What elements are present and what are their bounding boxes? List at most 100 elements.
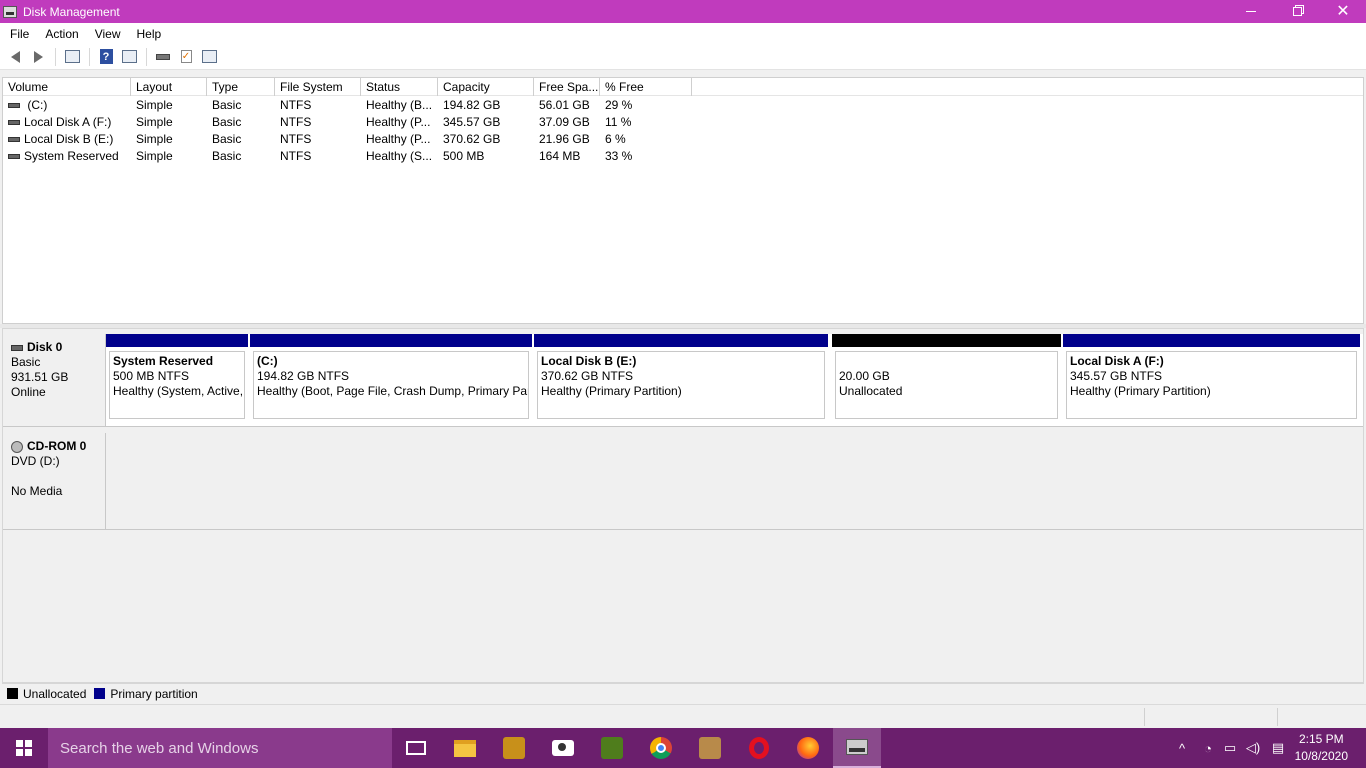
cell-type: Basic	[212, 114, 242, 129]
action-center-button[interactable]: ▤	[1268, 728, 1288, 768]
partition-size: 20.00 GB	[839, 369, 890, 383]
speaker-icon: ◁)	[1245, 740, 1261, 755]
cell-type: Basic	[212, 131, 242, 146]
volume-name: Local Disk B (E:)	[24, 131, 114, 146]
status-separator	[1144, 708, 1145, 726]
back-button[interactable]	[4, 47, 26, 67]
show-hide-pane-icon	[121, 50, 137, 63]
column-file-system[interactable]: File System	[275, 78, 361, 96]
cd-rom-area[interactable]	[106, 433, 1363, 530]
partition-f[interactable]: Local Disk A (F:) 345.57 GB NTFS Healthy…	[1063, 334, 1360, 422]
taskbar-app-button[interactable]	[490, 728, 538, 768]
partition-size: 370.62 GB NTFS	[541, 369, 634, 383]
volume-icon	[8, 136, 20, 142]
clock-time: 2:15 PM	[1298, 732, 1344, 746]
column-volume[interactable]: Volume	[3, 78, 131, 96]
table-row[interactable]: Local Disk B (E:) Simple Basic NTFS Heal…	[3, 130, 1363, 147]
camera-icon	[552, 740, 574, 756]
toolbar-separator	[55, 47, 56, 66]
menu-view[interactable]: View	[87, 27, 129, 41]
opera-button[interactable]	[735, 728, 783, 768]
cell-status: Healthy (S...	[366, 148, 433, 163]
task-view-icon	[406, 741, 426, 755]
menu-file[interactable]: File	[0, 27, 37, 41]
toolbar-separator	[89, 47, 90, 66]
graphical-view: Disk 0 Basic 931.51 GB Online System Res…	[2, 328, 1364, 683]
disk-management-icon	[846, 739, 868, 755]
volume-icon	[8, 119, 20, 125]
list-header: Volume Layout Type File System Status Ca…	[3, 78, 1363, 96]
wifi-button[interactable]: ◔	[1198, 728, 1218, 768]
partition-body: Local Disk A (F:) 345.57 GB NTFS Healthy…	[1066, 351, 1357, 419]
cd-rom-icon	[11, 440, 23, 453]
show-hide-pane-button[interactable]	[118, 47, 140, 67]
chrome-button[interactable]	[637, 728, 685, 768]
partition-e[interactable]: Local Disk B (E:) 370.62 GB NTFS Healthy…	[534, 334, 828, 422]
toolbar: ? ✓	[0, 44, 1366, 70]
app-icon	[601, 737, 623, 759]
column-layout[interactable]: Layout	[131, 78, 207, 96]
minimize-button[interactable]	[1228, 0, 1274, 23]
notification-icon: ▤	[1271, 740, 1285, 755]
game-icon	[699, 737, 721, 759]
table-row[interactable]: System Reserved Simple Basic NTFS Health…	[3, 147, 1363, 164]
camera-button[interactable]	[539, 728, 587, 768]
menu-help[interactable]: Help	[129, 27, 170, 41]
partition-status: Unallocated	[839, 384, 903, 398]
volume-button[interactable]: ◁)	[1243, 728, 1263, 768]
firefox-button[interactable]	[784, 728, 832, 768]
column-status[interactable]: Status	[361, 78, 438, 96]
column-percent-free[interactable]: % Free	[600, 78, 692, 96]
opera-icon	[749, 737, 769, 759]
partition-size: 194.82 GB NTFS	[257, 369, 350, 383]
file-explorer-button[interactable]	[441, 728, 489, 768]
disk-row-disk-0: Disk 0 Basic 931.51 GB Online System Res…	[3, 334, 1363, 427]
disk-management-taskbar-button[interactable]	[833, 728, 881, 768]
close-button[interactable]: ✕	[1320, 0, 1366, 23]
column-type[interactable]: Type	[207, 78, 275, 96]
show-hidden-icons-button[interactable]: ^	[1172, 728, 1192, 768]
help-icon: ?	[99, 49, 113, 64]
partition-unallocated[interactable]: 20.00 GB Unallocated	[832, 334, 1061, 422]
menu-action[interactable]: Action	[37, 27, 86, 41]
partition-system-reserved[interactable]: System Reserved 500 MB NTFS Healthy (Sys…	[106, 334, 248, 422]
column-free-space[interactable]: Free Spa...	[534, 78, 600, 96]
cell-type: Basic	[212, 97, 242, 112]
app-icon	[503, 737, 525, 759]
disk-label-cdrom-0[interactable]: CD-ROM 0 DVD (D:) No Media	[3, 433, 106, 530]
game-button[interactable]	[686, 728, 734, 768]
partition-body: System Reserved 500 MB NTFS Healthy (Sys…	[109, 351, 245, 419]
taskbar-clock[interactable]: 2:15 PM 10/8/2020	[1295, 731, 1348, 765]
partition-name	[839, 354, 1057, 369]
table-row[interactable]: Local Disk A (F:) Simple Basic NTFS Heal…	[3, 113, 1363, 130]
partition-bar	[1063, 334, 1360, 347]
connect-disk-button[interactable]	[152, 47, 174, 67]
unallocated-swatch	[7, 688, 18, 699]
minimize-icon	[1246, 11, 1256, 12]
forward-button[interactable]	[27, 47, 49, 67]
menu-bar: File Action View Help	[0, 23, 1366, 44]
restore-button[interactable]	[1274, 0, 1320, 23]
properties-button[interactable]	[198, 47, 220, 67]
column-capacity[interactable]: Capacity	[438, 78, 534, 96]
task-view-button[interactable]	[392, 728, 440, 768]
check-button[interactable]: ✓	[175, 47, 197, 67]
taskbar-app-button[interactable]	[588, 728, 636, 768]
table-row[interactable]: (C:) Simple Basic NTFS Healthy (B... 194…	[3, 96, 1363, 113]
disk-label-disk-0[interactable]: Disk 0 Basic 931.51 GB Online	[3, 334, 106, 427]
cell-status: Healthy (P...	[366, 114, 431, 129]
battery-button[interactable]: ▭	[1220, 728, 1240, 768]
help-button[interactable]: ?	[95, 47, 117, 67]
volume-name: (C:)	[24, 97, 48, 112]
console-tree-button[interactable]	[61, 47, 83, 67]
cell-volume: System Reserved	[3, 149, 131, 163]
partition-c[interactable]: (C:) 194.82 GB NTFS Healthy (Boot, Page …	[250, 334, 532, 422]
partition-name: System Reserved	[113, 354, 214, 368]
disk-size: 931.51 GB	[11, 370, 69, 384]
cell-volume: (C:)	[3, 98, 131, 112]
cell-status: Healthy (P...	[366, 131, 431, 146]
partition-status: Healthy (Primary Partition)	[541, 384, 682, 398]
start-button[interactable]	[0, 728, 48, 768]
taskbar-search-box[interactable]: Search the web and Windows	[48, 728, 392, 768]
partition-body: 20.00 GB Unallocated	[835, 351, 1058, 419]
